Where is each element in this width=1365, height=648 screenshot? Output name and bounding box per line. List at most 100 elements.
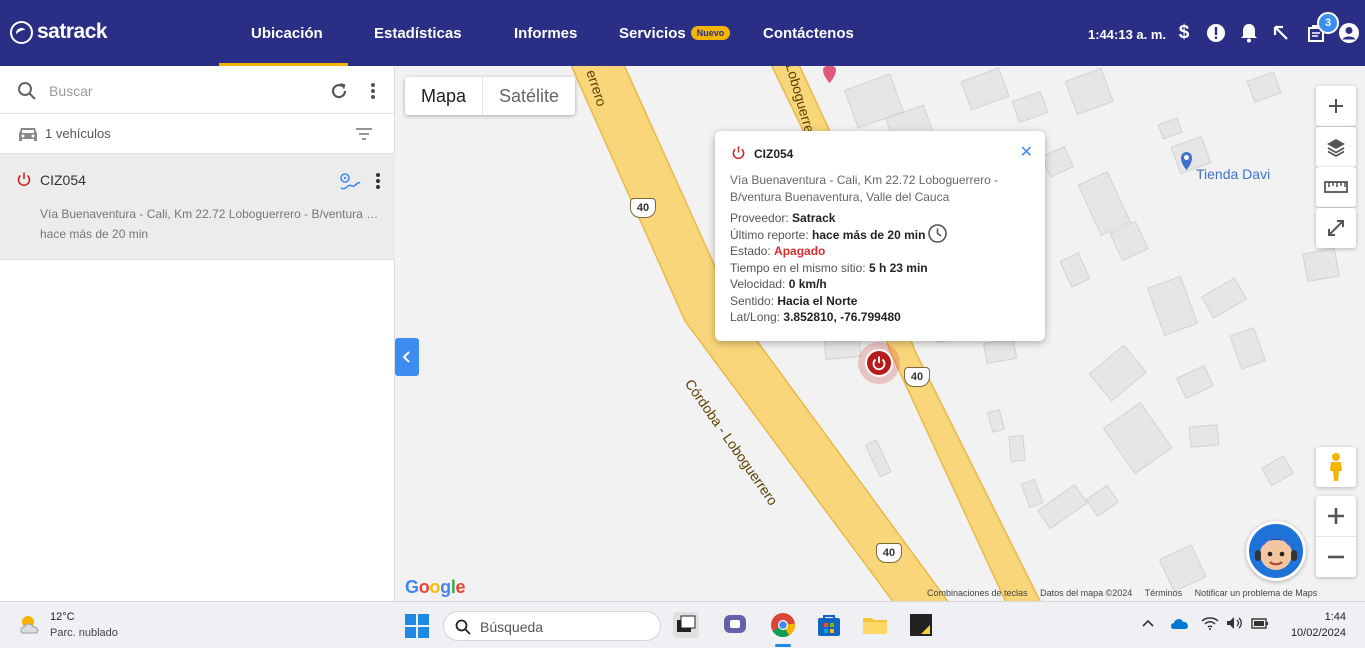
popup-speed: Velocidad: 0 km/h — [730, 277, 827, 291]
popup-plate: CIZ054 — [754, 147, 794, 161]
chrome-icon[interactable] — [770, 612, 796, 638]
clock-icon[interactable] — [927, 223, 948, 244]
teams-chat-icon[interactable] — [722, 612, 748, 638]
alert-icon[interactable] — [1205, 22, 1227, 44]
map-attribution: Combinaciones de teclas Datos del mapa ©… — [927, 588, 1327, 598]
vehicle-search-bar: Buscar — [0, 66, 395, 114]
map-type-toggle: Mapa Satélite — [405, 77, 576, 115]
nav-servicios[interactable]: Servicios Nuevo — [619, 25, 731, 42]
more-vert-icon[interactable] — [363, 81, 383, 101]
bell-icon[interactable] — [1238, 22, 1260, 44]
marker-power-icon — [865, 349, 893, 377]
keyboard-shortcuts-link[interactable]: Combinaciones de teclas — [927, 588, 1028, 598]
popup-latlong: Lat/Long: 3.852810, -76.799480 — [730, 310, 901, 324]
vehicle-plate: CIZ054 — [40, 172, 86, 188]
report-problem-link[interactable]: Notificar un problema de Maps — [1195, 588, 1318, 598]
assistant-avatar-button[interactable] — [1246, 521, 1306, 581]
vehicle-count-row: 1 vehículos — [0, 114, 395, 154]
street-view-pegman[interactable] — [1316, 447, 1356, 487]
arrow-up-left-icon[interactable] — [1270, 22, 1292, 44]
google-logo: Google — [405, 577, 466, 597]
weather-partly-cloudy-icon[interactable] — [17, 611, 45, 639]
nav-ubicacion[interactable]: Ubicación — [251, 25, 323, 42]
popup-speed-value: 0 km/h — [788, 277, 827, 291]
fullscreen-button[interactable] — [1316, 208, 1356, 248]
car-icon — [19, 128, 37, 141]
map-data-text: Datos del mapa ©2024 — [1040, 588, 1133, 598]
popup-status-label: Estado: — [730, 244, 771, 258]
search-input[interactable]: Buscar — [49, 83, 93, 99]
ruler-icon — [1324, 181, 1348, 193]
refresh-icon[interactable] — [329, 81, 349, 101]
volume-icon[interactable] — [1226, 616, 1244, 630]
close-icon[interactable]: ✕ — [1020, 142, 1033, 162]
map-canvas[interactable]: errero Loboguerrero Córdoba - Loboguerre… — [395, 66, 1365, 601]
route-shield-1: 40 — [630, 198, 656, 218]
zoom-in-button[interactable] — [1316, 496, 1356, 536]
map-type-satellite[interactable]: Satélite — [482, 77, 575, 115]
add-button[interactable] — [1316, 86, 1356, 126]
popup-status: Estado: Apagado — [730, 244, 825, 258]
filter-icon[interactable] — [355, 126, 373, 142]
popup-same-site: Tiempo en el mismo sitio: 5 h 23 min — [730, 261, 928, 275]
taskbar-search-placeholder: Búsqueda — [480, 619, 544, 635]
poi-tienda-davi[interactable]: Tienda Davi — [1196, 166, 1270, 182]
new-badge: Nuevo — [690, 26, 731, 40]
zoom-in-icon — [1328, 508, 1344, 524]
popup-direction-value: Hacia el Norte — [777, 294, 858, 308]
layers-icon — [1327, 139, 1345, 157]
nav-servicios-label: Servicios — [619, 25, 686, 42]
vehicle-marker[interactable] — [858, 342, 900, 384]
popup-same-site-value: 5 h 23 min — [868, 261, 928, 275]
windows-start-icon[interactable] — [405, 614, 429, 638]
search-icon — [18, 82, 36, 100]
wifi-icon[interactable] — [1201, 616, 1219, 630]
header-clock: 1:44:13 a. m. — [1088, 27, 1167, 42]
zoom-out-icon — [1328, 555, 1344, 559]
taskbar-time[interactable]: 1:44 — [1316, 611, 1346, 623]
popup-provider-label: Proveedor: — [730, 211, 789, 225]
popup-same-site-label: Tiempo en el mismo sitio: — [730, 261, 866, 275]
terms-link[interactable]: Términos — [1145, 588, 1183, 598]
expand-icon — [1328, 220, 1344, 236]
layers-button[interactable] — [1316, 127, 1356, 167]
nav-informes[interactable]: Informes — [514, 25, 577, 42]
weather-temperature: 12°C — [50, 611, 75, 623]
map-type-map[interactable]: Mapa — [405, 77, 482, 115]
task-view-icon[interactable] — [673, 612, 699, 638]
taskbar-search[interactable]: Búsqueda — [443, 611, 661, 641]
weather-description: Parc. nublado — [50, 627, 118, 639]
route-shield-2: 40 — [904, 367, 930, 387]
chevron-up-icon[interactable] — [1141, 616, 1155, 630]
user-account-icon[interactable] — [1338, 22, 1360, 44]
vehicle-list-item[interactable]: CIZ054 Vía Buenaventura - Cali, Km 22.72… — [0, 154, 395, 260]
top-navbar: satrack Ubicación Estadísticas Informes … — [0, 0, 1365, 66]
vehicle-more-icon[interactable] — [368, 171, 388, 191]
store-icon[interactable] — [816, 612, 842, 638]
file-explorer-icon[interactable] — [862, 612, 888, 638]
zoom-out-button[interactable] — [1316, 537, 1356, 577]
dollar-icon[interactable]: $ — [1173, 22, 1195, 44]
popup-status-value: Apagado — [774, 244, 826, 258]
active-app-indicator — [775, 644, 791, 647]
battery-icon[interactable] — [1251, 616, 1269, 630]
collapse-panel-button[interactable] — [395, 338, 419, 376]
popup-last-report-label: Último reporte: — [730, 228, 809, 242]
onedrive-icon[interactable] — [1170, 616, 1190, 630]
popup-direction: Sentido: Hacia el Norte — [730, 294, 857, 308]
nav-estadisticas[interactable]: Estadísticas — [374, 25, 462, 42]
taskbar-date[interactable]: 10/02/2024 — [1282, 627, 1346, 639]
vehicle-panel: Buscar 1 vehículos CIZ054 Vía Buenaventu… — [0, 66, 395, 601]
satrack-logo-icon — [10, 20, 33, 44]
search-icon — [455, 619, 471, 635]
sticky-notes-icon[interactable] — [908, 612, 934, 638]
popup-provider: Proveedor: Satrack — [730, 211, 835, 225]
vehicle-info-popup: CIZ054 ✕ Vía Buenaventura - Cali, Km 22.… — [715, 131, 1045, 341]
plus-icon — [1329, 99, 1343, 113]
satrack-logo[interactable]: satrack — [10, 20, 108, 44]
nav-contactenos[interactable]: Contáctenos — [763, 25, 854, 42]
measure-button[interactable] — [1316, 167, 1356, 207]
notification-count-badge: 3 — [1317, 12, 1339, 34]
route-history-icon[interactable] — [338, 171, 362, 193]
popup-address: Vía Buenaventura - Cali, Km 22.72 Lobogu… — [730, 173, 999, 204]
